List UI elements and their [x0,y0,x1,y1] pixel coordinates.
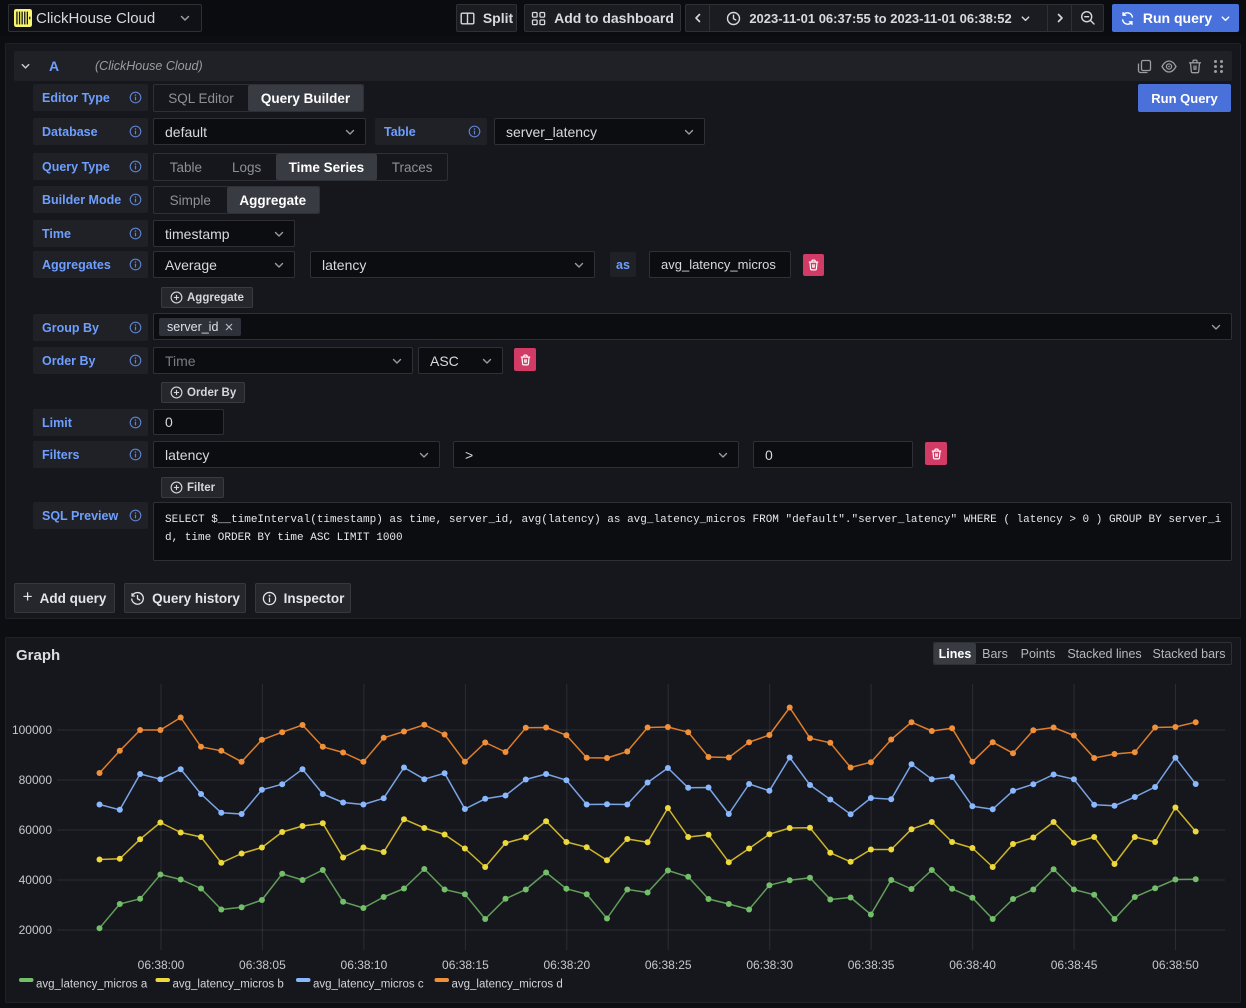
svg-text:06:38:05: 06:38:05 [239,958,286,972]
svg-text:06:38:25: 06:38:25 [645,958,692,972]
svg-text:06:38:30: 06:38:30 [746,958,793,972]
svg-text:40000: 40000 [19,873,53,887]
svg-text:06:38:10: 06:38:10 [341,958,388,972]
svg-text:avg_latency_micros b: avg_latency_micros b [173,979,284,991]
svg-text:100000: 100000 [12,723,52,737]
svg-text:06:38:15: 06:38:15 [442,958,489,972]
svg-text:60000: 60000 [19,823,53,837]
svg-text:06:38:45: 06:38:45 [1051,958,1098,972]
svg-text:80000: 80000 [19,773,53,787]
svg-text:06:38:20: 06:38:20 [543,958,590,972]
svg-text:avg_latency_micros a: avg_latency_micros a [36,979,148,991]
svg-text:06:38:00: 06:38:00 [138,958,185,972]
svg-text:06:38:35: 06:38:35 [848,958,895,972]
svg-text:avg_latency_micros c: avg_latency_micros c [313,979,424,991]
svg-text:avg_latency_micros d: avg_latency_micros d [452,979,563,991]
svg-text:06:38:40: 06:38:40 [949,958,996,972]
svg-text:06:38:50: 06:38:50 [1152,958,1199,972]
svg-text:20000: 20000 [19,923,53,937]
